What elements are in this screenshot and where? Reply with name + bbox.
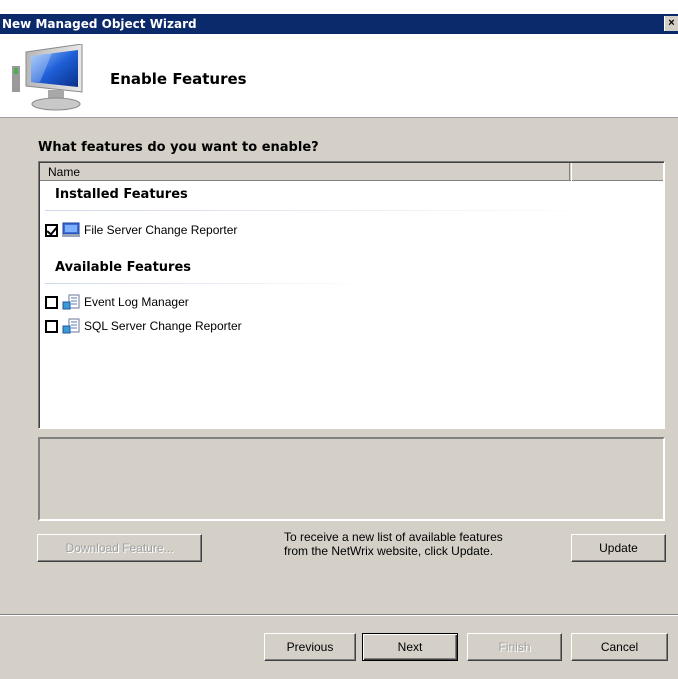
list-item-sql-server-change-reporter[interactable]: SQL Server Change Reporter [45, 317, 242, 335]
feature-label: Event Log Manager [84, 295, 189, 309]
list-item-file-server-change-reporter[interactable]: File Server Change Reporter [45, 221, 237, 239]
wizard-header: Enable Features [0, 34, 678, 118]
feature-label: SQL Server Change Reporter [84, 319, 242, 333]
page-title: Enable Features [110, 70, 247, 88]
file-server-icon [62, 222, 80, 237]
download-feature-button[interactable]: Download Feature... [37, 534, 202, 562]
update-button[interactable]: Update [571, 534, 666, 562]
feature-description-box [38, 437, 665, 521]
cancel-button[interactable]: Cancel [571, 633, 668, 661]
feature-checkbox-event-log[interactable] [45, 295, 58, 309]
update-info-line-1: To receive a new list of available featu… [284, 530, 503, 544]
finish-button[interactable]: Finish [467, 633, 562, 661]
update-info-line-2: from the NetWrix website, click Update. [284, 544, 494, 558]
wizard-window: New Managed Object Wizard × Enable Featu… [0, 0, 678, 679]
package-icon [62, 294, 80, 310]
previous-button[interactable]: Previous [264, 633, 356, 661]
title-bar[interactable]: New Managed Object Wizard × [0, 14, 678, 34]
close-button[interactable]: × [664, 16, 678, 31]
features-list[interactable]: Name Installed Features File Server Chan… [38, 161, 665, 429]
list-item-event-log-manager[interactable]: Event Log Manager [45, 293, 189, 311]
features-question: What features do you want to enable? [38, 140, 319, 155]
window-title: New Managed Object Wizard [2, 17, 197, 31]
group-installed-divider [45, 210, 605, 211]
group-available-divider [45, 283, 375, 284]
feature-label: File Server Change Reporter [84, 223, 238, 237]
update-info-text: To receive a new list of available featu… [284, 530, 564, 558]
group-installed-title: Installed Features [55, 187, 188, 202]
package-icon [62, 318, 80, 334]
column-header-name[interactable]: Name [40, 163, 570, 181]
column-header: Name [40, 163, 663, 181]
column-header-extra[interactable] [571, 163, 574, 181]
feature-checkbox-file-server[interactable] [45, 223, 58, 237]
footer-divider [0, 614, 678, 616]
group-available-title: Available Features [55, 260, 192, 275]
feature-checkbox-sql-server[interactable] [45, 319, 58, 333]
monitor-icon [12, 44, 83, 111]
top-strip [0, 0, 678, 14]
next-button[interactable]: Next [362, 633, 458, 661]
